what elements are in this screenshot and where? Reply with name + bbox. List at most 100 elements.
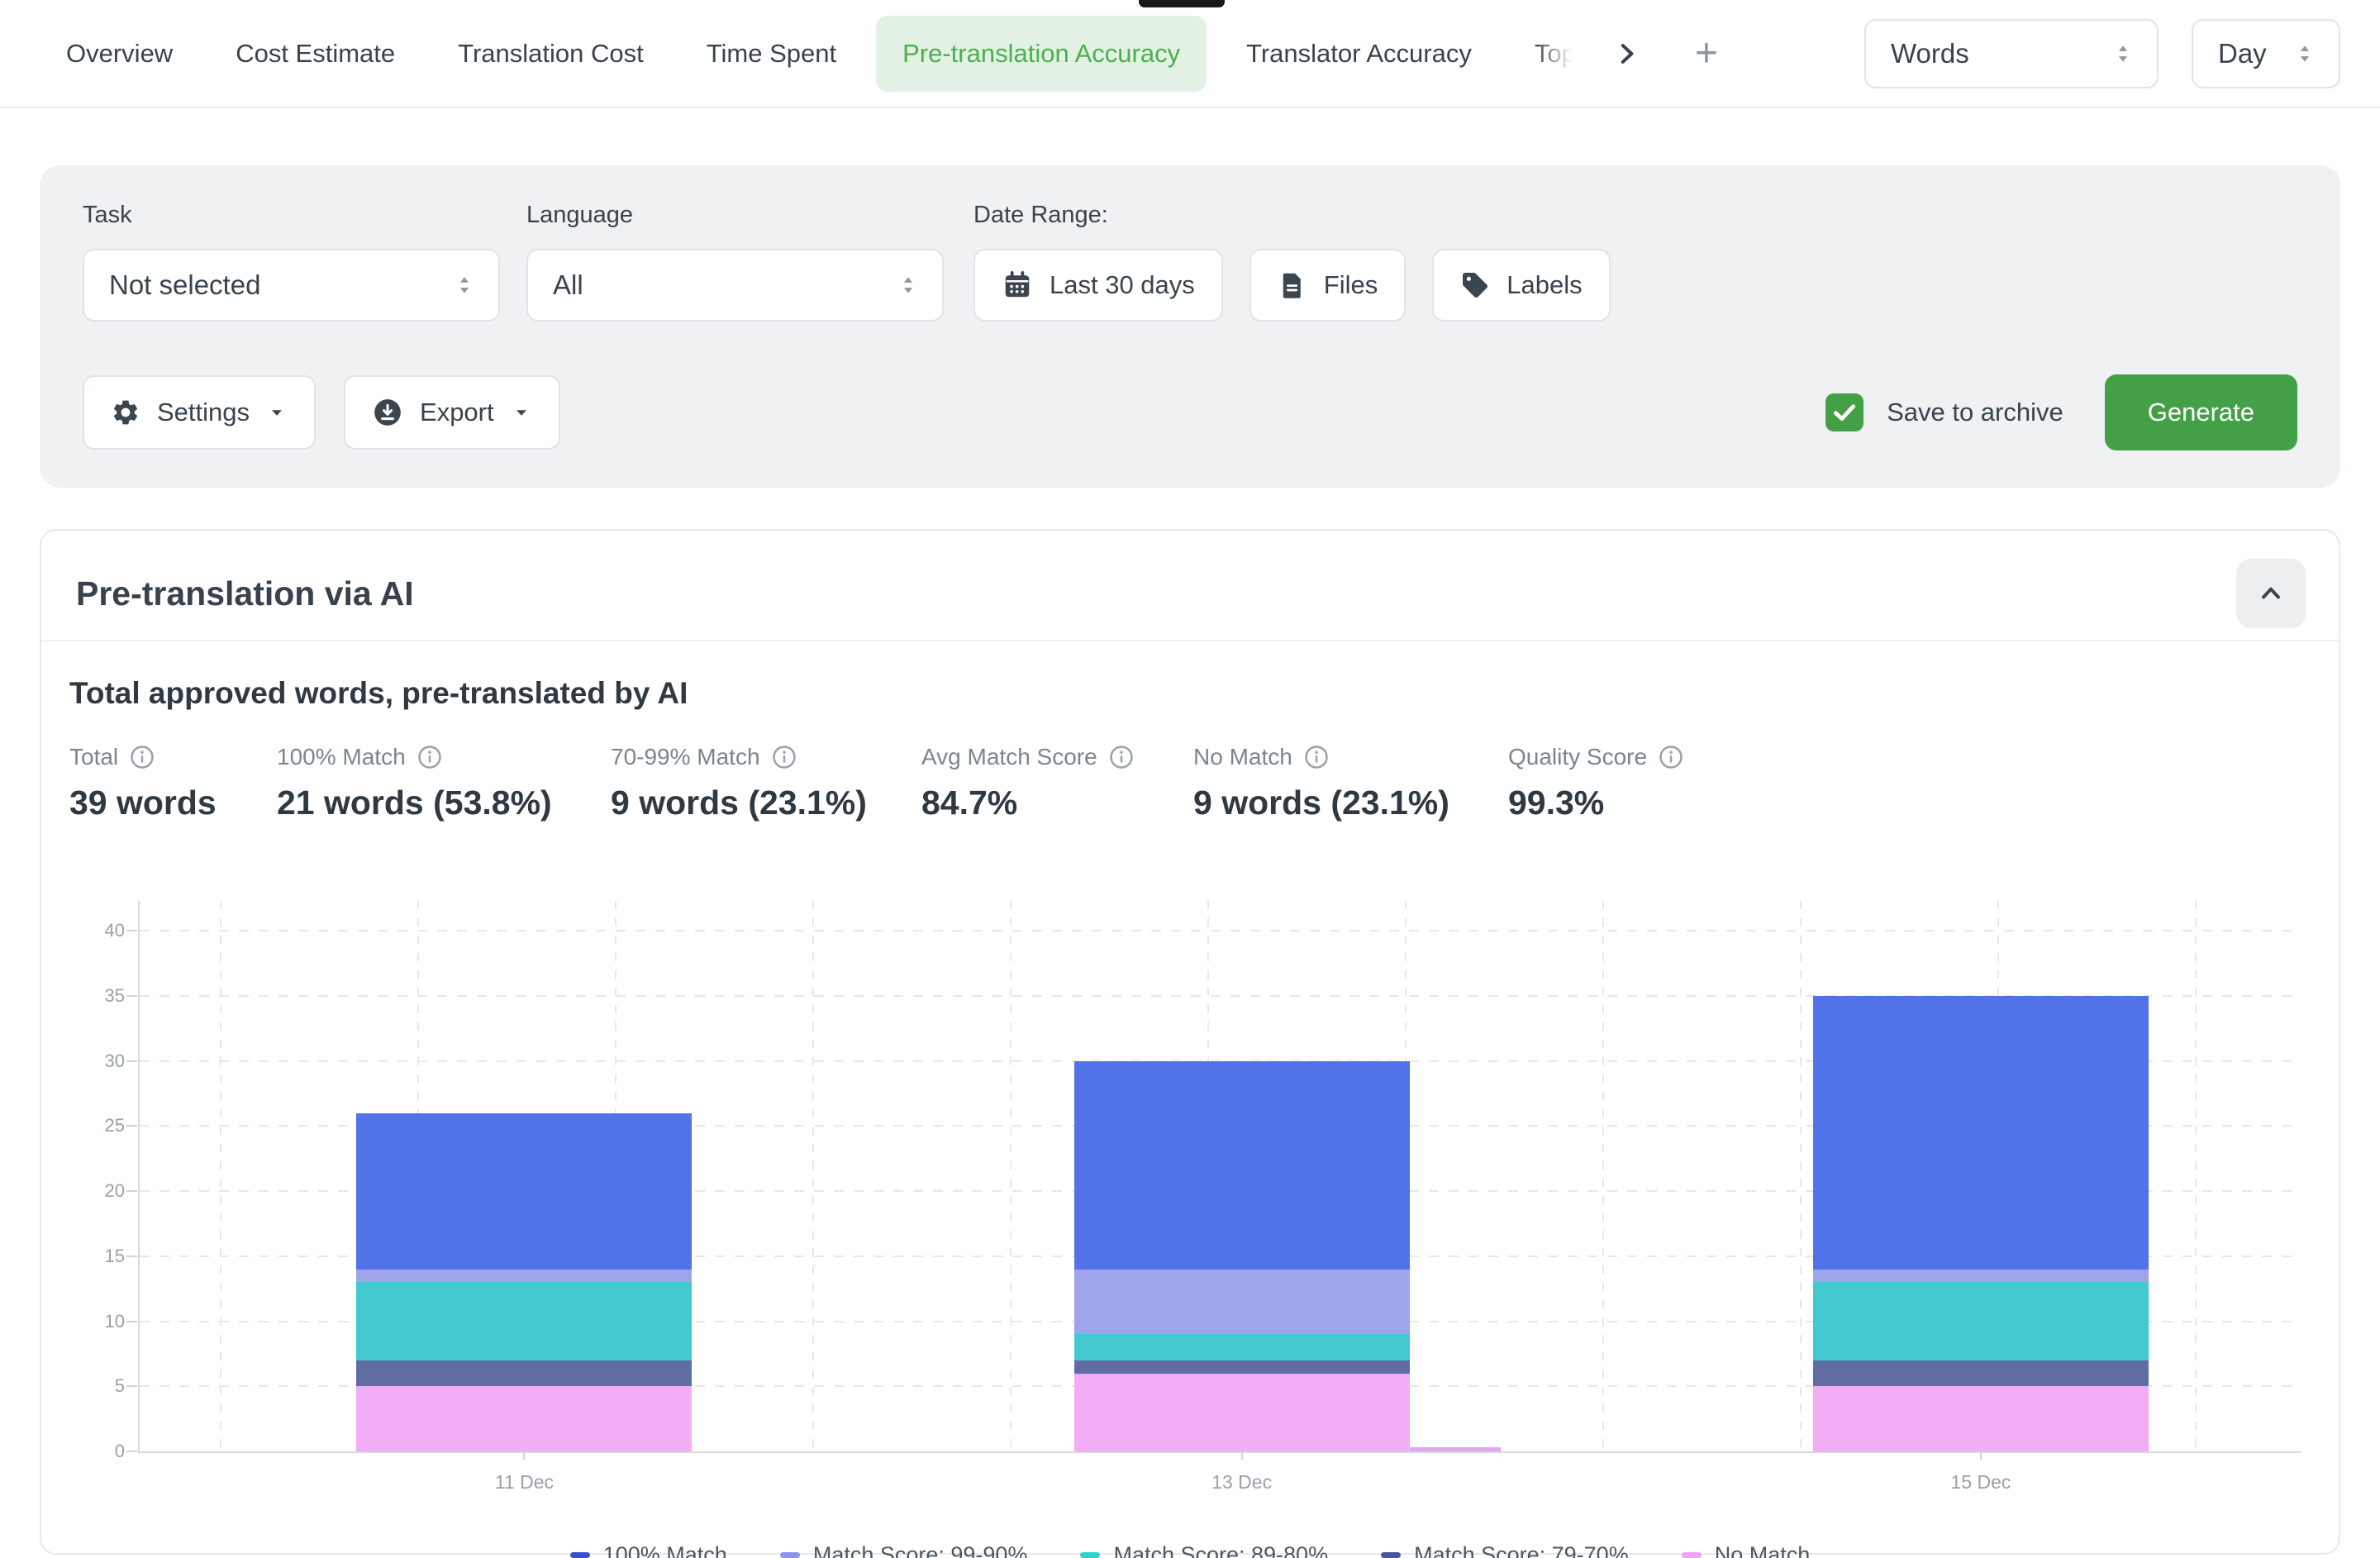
tab-translation-cost[interactable]: Translation Cost <box>458 39 644 69</box>
generate-button[interactable]: Generate <box>2105 374 2297 450</box>
gridline-horizontal <box>140 930 2301 931</box>
bar-segment <box>1813 1386 2149 1451</box>
legend-item[interactable]: No Match <box>1682 1542 1811 1558</box>
legend-item[interactable]: Match Score: 89-80% <box>1080 1542 1328 1558</box>
stat-label: Avg Match Score <box>921 744 1097 770</box>
save-to-archive-checkbox[interactable] <box>1825 393 1864 431</box>
tag-icon <box>1460 270 1490 300</box>
gridline-vertical <box>1602 901 1604 1451</box>
x-axis-label: 13 Dec <box>1211 1471 1272 1494</box>
file-icon <box>1278 270 1307 300</box>
stat-70-99-match: 70-99% Match 9 words (23.1%) <box>611 744 867 822</box>
settings-button-label: Settings <box>157 398 250 427</box>
legend-item[interactable]: 100% Match <box>570 1542 727 1558</box>
legend-item[interactable]: Match Score: 79-70% <box>1381 1542 1629 1558</box>
stat-label: No Match <box>1193 744 1292 770</box>
export-button[interactable]: Export <box>344 375 560 450</box>
legend-item[interactable]: Match Score: 99-90% <box>780 1542 1028 1558</box>
gridline-vertical <box>220 901 221 1451</box>
legend-marker <box>1682 1552 1702 1558</box>
y-axis-tick <box>126 1385 137 1387</box>
language-label: Language <box>526 202 944 229</box>
legend-label: Match Score: 79-70% <box>1414 1542 1629 1558</box>
unit-select[interactable]: Words <box>1864 19 2159 88</box>
stat-quality-score: Quality Score 99.3% <box>1508 744 1683 822</box>
stacked-bar-11-dec[interactable] <box>356 1113 692 1452</box>
bar-segment <box>356 1360 692 1387</box>
export-button-label: Export <box>420 398 494 427</box>
info-icon[interactable] <box>1304 745 1329 769</box>
tab-overview[interactable]: Overview <box>66 39 173 69</box>
tab-top-truncated[interactable]: Top <box>1535 39 1576 69</box>
labels-filter-button[interactable]: Labels <box>1432 249 1610 322</box>
y-axis-tick <box>126 995 137 997</box>
gridline-vertical <box>1800 901 1802 1451</box>
chevron-right-icon <box>1612 40 1640 68</box>
near-zero-bar <box>1408 1447 1501 1451</box>
tab-cost-estimate[interactable]: Cost Estimate <box>236 39 395 69</box>
download-circle-icon <box>372 397 403 428</box>
x-axis-label: 15 Dec <box>1951 1471 2011 1494</box>
x-axis-tick <box>1241 1451 1243 1460</box>
language-select-value: All <box>553 269 583 301</box>
task-filter-group: Task Not selected <box>83 202 500 322</box>
y-axis-tick <box>126 930 137 931</box>
stat-avg-match-score: Avg Match Score 84.7% <box>921 744 1134 822</box>
language-select[interactable]: All <box>526 249 944 322</box>
info-icon[interactable] <box>130 745 155 769</box>
bar-segment <box>1813 1282 2149 1360</box>
x-axis-label: 11 Dec <box>495 1471 554 1494</box>
date-range-value: Last 30 days <box>1050 270 1195 300</box>
y-axis-tick-label: 15 <box>105 1246 125 1267</box>
stacked-bar-13-dec[interactable] <box>1074 1061 1410 1452</box>
add-report-tab-button[interactable]: + <box>1695 34 1718 74</box>
collapse-card-button[interactable] <box>2236 559 2306 628</box>
gear-icon <box>111 398 140 427</box>
bar-segment <box>1074 1360 1410 1374</box>
unit-select-value: Words <box>1891 38 1969 69</box>
unfold-arrows-icon <box>450 271 478 299</box>
info-icon[interactable] <box>1659 745 1683 769</box>
stacked-bar-15-dec[interactable] <box>1813 996 2149 1451</box>
period-select[interactable]: Day <box>2192 19 2340 88</box>
info-icon[interactable] <box>417 745 442 769</box>
info-icon[interactable] <box>1109 745 1134 769</box>
legend-marker <box>570 1552 590 1558</box>
bar-segment <box>1074 1334 1410 1360</box>
y-axis-tick <box>126 1190 137 1192</box>
y-axis-tick <box>126 1321 137 1322</box>
bar-segment <box>1074 1061 1410 1270</box>
legend-marker <box>1381 1552 1401 1558</box>
caret-down-icon <box>266 402 288 423</box>
bar-segment <box>1813 996 2149 1270</box>
bar-segment <box>1813 1270 2149 1283</box>
date-range-group: Date Range: Last 30 days <box>973 202 1611 322</box>
info-icon[interactable] <box>772 745 797 769</box>
date-range-label: Date Range: <box>973 202 1611 229</box>
y-axis-tick-label: 20 <box>105 1180 125 1202</box>
check-icon <box>1830 398 1859 426</box>
stat-value: 9 words (23.1%) <box>1193 784 1449 822</box>
y-axis-tick <box>126 1451 137 1452</box>
tab-pre-translation-accuracy[interactable]: Pre-translation Accuracy <box>876 16 1207 92</box>
nav-selects: Words Day <box>1864 19 2340 88</box>
settings-button[interactable]: Settings <box>83 375 316 450</box>
task-label: Task <box>83 202 500 229</box>
x-axis-tick <box>1980 1451 1982 1460</box>
report-card: Pre-translation via AI Total approved wo… <box>40 529 2340 1555</box>
save-to-archive-label[interactable]: Save to archive <box>1887 398 2063 427</box>
files-filter-button[interactable]: Files <box>1250 249 1406 322</box>
chart-area: 051015202530354011 Dec13 Dec15 Dec <box>138 901 2296 1453</box>
tab-time-spent[interactable]: Time Spent <box>707 39 836 69</box>
chart-subtitle: Total approved words, pre-translated by … <box>69 676 2339 711</box>
x-axis-tick <box>523 1451 525 1460</box>
task-select[interactable]: Not selected <box>83 249 500 322</box>
tab-translator-accuracy[interactable]: Translator Accuracy <box>1246 39 1472 69</box>
y-axis-tick-label: 40 <box>105 920 125 941</box>
y-axis-tick <box>126 1255 137 1257</box>
bar-segment <box>1074 1270 1410 1335</box>
date-range-button[interactable]: Last 30 days <box>973 249 1223 322</box>
stat-total: Total 39 words <box>69 744 217 822</box>
tabs-scroll-right-button[interactable] <box>1612 40 1640 68</box>
report-tabs: Overview Cost Estimate Translation Cost … <box>66 16 1576 92</box>
